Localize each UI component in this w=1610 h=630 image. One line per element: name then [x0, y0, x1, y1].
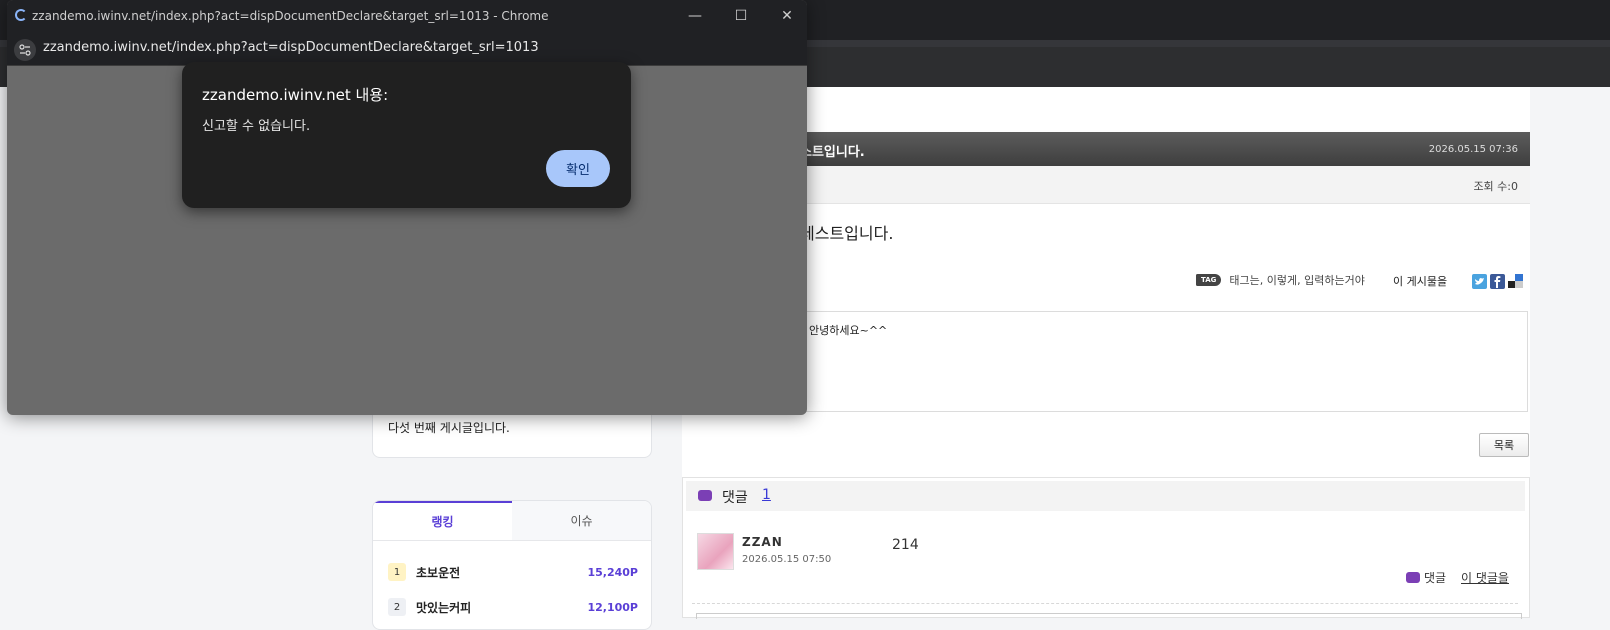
comment-header: 댓글 1 [686, 481, 1525, 511]
comment-options-button[interactable]: 이 댓글을 [1461, 569, 1509, 586]
comment-form[interactable] [696, 613, 1522, 619]
view-count: 조회 수:0 [1473, 180, 1518, 193]
article-header: 스트입니다. 2026.05.15 07:36 [682, 132, 1530, 166]
close-icon[interactable]: ✕ [777, 6, 797, 26]
rank-points: 12,100P [587, 600, 638, 614]
tag-list: TAG 태그는, 이렇게, 입력하는거야 [1196, 272, 1365, 288]
rank-name: 맛있는커피 [416, 600, 472, 615]
comment-count[interactable]: 1 [762, 487, 771, 503]
tag-icon: TAG [1196, 274, 1222, 286]
article-date: 2026.05.15 07:36 [1428, 144, 1518, 155]
tab-ranking[interactable]: 랭킹 [373, 501, 512, 540]
article-title[interactable]: 스트입니다. [800, 141, 865, 160]
reply-button[interactable]: 댓글 [1424, 569, 1446, 586]
tab-issue[interactable]: 이슈 [512, 501, 651, 540]
facebook-icon[interactable] [1490, 274, 1505, 289]
reply-bubble-icon [1406, 572, 1420, 583]
delicious-icon[interactable] [1508, 274, 1523, 289]
rank-name: 초보운전 [416, 565, 461, 580]
dialog-message: 신고할 수 없습니다. [202, 119, 311, 134]
popup-address-bar: zzandemo.iwinv.net/index.php?act=dispDoc… [7, 32, 807, 66]
comment-label: 댓글 [722, 490, 748, 506]
comment-author[interactable]: ZZAN [742, 535, 783, 549]
minimize-icon[interactable]: — [685, 6, 705, 26]
rank-number: 2 [388, 598, 406, 616]
loading-spinner-icon [15, 9, 27, 21]
rank-number: 1 [388, 563, 406, 581]
article-info-bar: 조회 수:0 [682, 166, 1530, 204]
author-signature: 안녕하세요~^^ [682, 311, 1528, 412]
maximize-icon[interactable]: ☐ [731, 6, 751, 26]
popup-url[interactable]: zzandemo.iwinv.net/index.php?act=dispDoc… [43, 40, 539, 55]
alert-dialog: zzandemo.iwinv.net 내용: 신고할 수 없습니다. 확인 [182, 62, 631, 208]
rank-points: 15,240P [587, 565, 638, 579]
ranking-tabs: 랭킹 이슈 [373, 501, 651, 541]
latest-post-text[interactable]: 다섯 번째 게시글입니다. [388, 419, 510, 436]
ranking-row[interactable]: 1 초보운전 15,240P [388, 558, 638, 586]
dialog-title: zzandemo.iwinv.net 내용: [202, 86, 389, 104]
comment-date: 2026.05.15 07:50 [742, 554, 832, 565]
ok-button[interactable]: 확인 [546, 150, 610, 187]
comment-divider [692, 603, 1518, 604]
tag-links[interactable]: 태그는, 이렇게, 입력하는거야 [1229, 272, 1364, 288]
site-settings-icon[interactable] [14, 39, 36, 61]
comment-text: 214 [892, 537, 919, 553]
avatar [697, 533, 734, 570]
article-body: 테스트입니다. [800, 224, 894, 243]
ranking-row[interactable]: 2 맛있는커피 12,100P [388, 593, 638, 621]
share-label: 이 게시물을 [1393, 275, 1448, 288]
popup-window-title: zzandemo.iwinv.net/index.php?act=dispDoc… [32, 9, 549, 23]
ranking-widget: 랭킹 이슈 1 초보운전 15,240P 2 맛있는커피 12,100P [372, 500, 652, 630]
signature-text: 안녕하세요~^^ [809, 324, 888, 337]
comment-bubble-icon [698, 490, 712, 501]
popup-titlebar[interactable]: zzandemo.iwinv.net/index.php?act=dispDoc… [7, 0, 807, 32]
twitter-icon[interactable] [1472, 274, 1487, 289]
list-button[interactable]: 목록 [1479, 433, 1529, 457]
